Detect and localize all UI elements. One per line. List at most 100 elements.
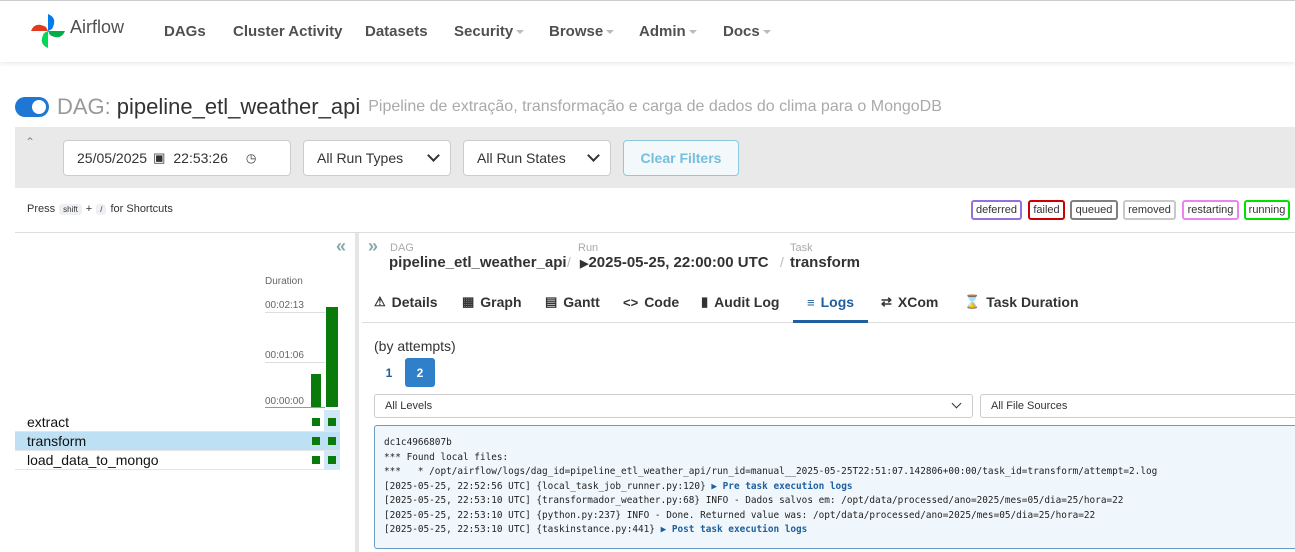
log-text: *** Found local files: [384, 451, 509, 463]
caret-down-icon [606, 30, 615, 35]
tab-audit-log[interactable]: ▮ Audit Log [701, 294, 779, 310]
tab-logs[interactable]: ≡ Logs [807, 294, 854, 310]
run-types-select[interactable]: All Run Types [303, 140, 451, 176]
breadcrumb-task[interactable]: transform [790, 254, 860, 271]
caret-down-icon [762, 30, 771, 35]
logs-icon: ≡ [807, 294, 815, 310]
log-text: *** * /opt/airflow/logs/dag_id=pipeline_… [384, 466, 1158, 477]
panel-resizer[interactable] [355, 233, 359, 552]
nav-label: Browse [549, 23, 604, 40]
log-group-toggle[interactable]: ▶ Post task execution logs [661, 524, 808, 535]
breadcrumb-run[interactable]: ▶2025-05-25, 22:00:00 UTC [580, 254, 769, 271]
task-instance-success[interactable] [312, 437, 320, 445]
log-level-value: All Levels [385, 400, 433, 412]
tab-details[interactable]: ⚠ Details [374, 294, 438, 310]
task-row-extract[interactable]: extract [15, 413, 340, 432]
breadcrumb-separator: / [567, 254, 571, 270]
dag-description: Pipeline de extração, transformação e ca… [368, 98, 942, 115]
task-instance-success[interactable] [312, 456, 320, 464]
nav-dags[interactable]: DAGs [164, 23, 206, 41]
task-instance-success[interactable] [312, 418, 320, 426]
log-group-toggle[interactable]: ▶ Pre task execution logs [711, 481, 852, 492]
chevron-down-icon [587, 149, 600, 162]
chevron-double-up-icon[interactable]: ⌃ [25, 135, 35, 149]
nav-admin[interactable]: Admin [639, 23, 697, 41]
log-text: [2025-05-25, 22:53:10 UTC] {python.py:23… [384, 509, 1096, 521]
state-badge-restarting[interactable]: restarting [1182, 200, 1239, 220]
shortcuts-suffix: for Shortcuts [110, 203, 173, 215]
breadcrumb-run-value: 2025-05-25, 22:00:00 UTC [588, 254, 769, 271]
caret-down-icon [516, 30, 525, 35]
airflow-pinwheel-icon [31, 14, 65, 48]
run-duration-bar[interactable] [311, 374, 321, 407]
shortcuts-press: Press [27, 203, 56, 215]
nav-browse[interactable]: Browse [549, 23, 615, 41]
breadcrumb-dag[interactable]: pipeline_etl_weather_api [389, 254, 567, 271]
tab-label: XCom [897, 294, 939, 310]
chevron-down-icon [427, 149, 440, 162]
state-badge-deferred[interactable]: deferred [971, 200, 1022, 220]
log-source-select[interactable]: All File Sources [980, 394, 1295, 418]
log-level-select[interactable]: All Levels [374, 394, 973, 418]
gantt-icon: ▤ [545, 294, 558, 309]
log-text: [2025-05-25, 22:53:10 UTC] {transformado… [384, 495, 1124, 506]
tab-task-duration[interactable]: ⌛ Task Duration [964, 294, 1079, 310]
duration-tick-max: 00:02:13 [265, 300, 304, 311]
shortcuts-plus: + [85, 203, 93, 215]
tab-xcom[interactable]: ⇄ XCom [881, 294, 938, 310]
caret-down-icon [688, 30, 697, 35]
log-text: dc1c4966807b [384, 437, 452, 448]
breadcrumb-task-label: Task [790, 242, 813, 254]
clock-icon[interactable]: ◷ [246, 151, 256, 165]
run-types-value: All Run Types [317, 150, 404, 166]
run-duration-bar[interactable] [326, 307, 338, 407]
details-icon: ⚠ [374, 294, 386, 309]
grid-baseline [265, 407, 325, 408]
grid-line [265, 312, 325, 313]
nav-label: Docs [723, 23, 760, 40]
attempt-2-button[interactable]: 2 [405, 358, 435, 387]
dag-name[interactable]: pipeline_etl_weather_api [117, 94, 360, 120]
nav-docs[interactable]: Docs [723, 23, 771, 41]
state-badge-running[interactable]: running [1244, 200, 1290, 220]
brand-name: Airflow [70, 16, 125, 37]
expand-grid-icon[interactable]: » [368, 236, 378, 257]
tab-gantt[interactable]: ▤ Gantt [545, 294, 600, 310]
calendar-icon[interactable]: ▣ [153, 150, 165, 166]
log-line: [2025-05-25, 22:53:10 UTC] {transformado… [384, 494, 1294, 509]
state-badge-removed[interactable]: removed [1123, 200, 1176, 220]
nav-security[interactable]: Security [454, 23, 525, 41]
task-row-transform[interactable]: transform [15, 432, 340, 451]
tab-label: Gantt [563, 294, 600, 310]
base-date-input[interactable]: 25/05/2025 ▣ 22:53:26 ◷ [63, 140, 291, 176]
tab-label: Graph [480, 294, 522, 310]
airflow-logo[interactable]: Airflow [28, 12, 128, 50]
task-instance-success[interactable] [328, 456, 336, 464]
task-instance-success[interactable] [328, 418, 336, 426]
duration-tick-min: 00:00:00 [265, 396, 304, 407]
nav-label: Datasets [365, 23, 428, 40]
log-text: [2025-05-25, 22:53:10 UTC] {taskinstance… [384, 524, 661, 535]
clear-filters-button[interactable]: Clear Filters [623, 140, 739, 176]
tab-code[interactable]: <> Code [623, 294, 679, 310]
task-name: extract [27, 414, 70, 430]
tab-label: Task Duration [986, 294, 1079, 310]
xcom-icon: ⇄ [881, 294, 892, 309]
task-name: transform [27, 433, 87, 449]
kbd-shift: shift [59, 203, 82, 215]
collapse-grid-icon[interactable]: « [336, 236, 346, 257]
graph-icon: ▦ [462, 294, 475, 309]
state-badge-failed[interactable]: failed [1028, 200, 1065, 220]
state-badge-queued[interactable]: queued [1070, 200, 1118, 220]
tab-graph[interactable]: ▦ Graph [462, 294, 522, 310]
audit-log-icon: ▮ [701, 294, 709, 309]
log-line: [2025-05-25, 22:52:56 UTC] {local_task_j… [384, 480, 1294, 495]
nav-cluster-activity[interactable]: Cluster Activity [233, 23, 342, 41]
task-instance-success[interactable] [328, 437, 336, 445]
dag-pause-toggle[interactable] [15, 97, 49, 117]
task-row-load_data_to_mongo[interactable]: load_data_to_mongo [15, 451, 340, 470]
run-states-select[interactable]: All Run States [463, 140, 611, 176]
nav-datasets[interactable]: Datasets [365, 23, 428, 41]
attempt-1-button[interactable]: 1 [374, 358, 404, 387]
active-tab-indicator [793, 320, 868, 323]
